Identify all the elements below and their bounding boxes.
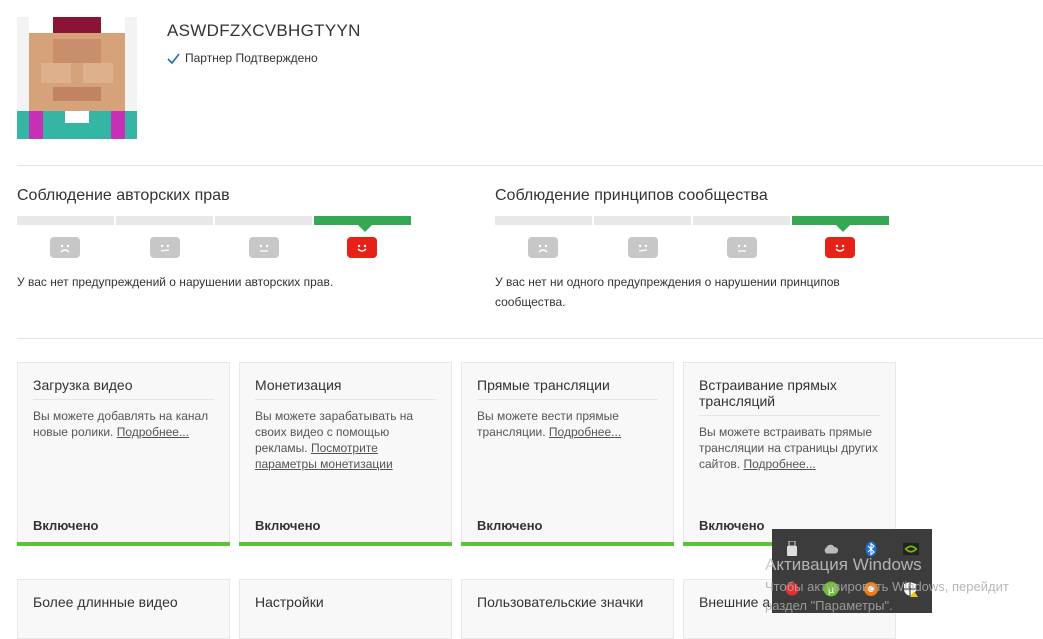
feature-card-longer-videos: Более длинные видео <box>17 579 230 639</box>
sad-face-icon <box>528 237 558 258</box>
learn-more-link[interactable]: Подробнее... <box>743 457 815 471</box>
feature-card-embed-live: Встраивание прямых трансляций Вы можете … <box>683 362 896 546</box>
community-message: У вас нет ни одного предупреждения о нар… <box>495 275 840 309</box>
strike-segment <box>495 216 592 225</box>
partner-verified: Партнер Подтверждено <box>167 51 318 65</box>
feature-description: Вы можете вести прямые трансляции. Подро… <box>477 409 622 439</box>
windows-activation-title: Активация Windows <box>765 555 922 574</box>
feature-status: Включено <box>33 518 99 533</box>
feature-status: Включено <box>477 518 543 533</box>
status-bar <box>17 542 230 546</box>
checkmark-icon <box>167 53 180 64</box>
strike-segment-active <box>792 216 889 225</box>
strike-segment <box>693 216 790 225</box>
windows-activation-text: раздел "Параметры". <box>765 598 893 613</box>
neutral-face-icon <box>727 237 757 258</box>
feature-description: Вы можете встраивать прямые трансляции н… <box>699 425 878 471</box>
feature-title: Загрузка видео <box>33 377 214 400</box>
community-title: Соблюдение принципов сообщества <box>495 187 768 204</box>
unsure-face-icon <box>628 237 658 258</box>
feature-card-live: Прямые трансляции Вы можете вести прямые… <box>461 362 674 546</box>
strike-segment-active <box>314 216 411 225</box>
strike-segment <box>116 216 213 225</box>
feature-status: Включено <box>699 518 765 533</box>
copyright-title: Соблюдение авторских прав <box>17 187 230 204</box>
windows-activation-text: Чтобы активировать Windows, перейдит <box>765 579 1009 594</box>
sad-face-icon <box>50 237 80 258</box>
feature-card-custom-thumbnails: Пользовательские значки <box>461 579 674 639</box>
divider <box>17 165 1043 166</box>
community-strike-bar <box>495 216 891 232</box>
happy-face-icon <box>347 237 377 258</box>
happy-face-icon <box>825 237 855 258</box>
verified-label: Партнер Подтверждено <box>185 51 318 65</box>
status-bar <box>239 542 452 546</box>
community-faces <box>495 228 895 258</box>
strike-segment <box>17 216 114 225</box>
feature-card-monetization: Монетизация Вы можете зарабатывать на св… <box>239 362 452 546</box>
copyright-message: У вас нет предупреждений о нарушении авт… <box>17 275 334 289</box>
feature-card-upload: Загрузка видео Вы можете добавлять на ка… <box>17 362 230 546</box>
learn-more-link[interactable]: Подробнее... <box>549 425 621 439</box>
status-bar <box>461 542 674 546</box>
unsure-face-icon <box>150 237 180 258</box>
strike-segment <box>594 216 691 225</box>
feature-title: Прямые трансляции <box>477 377 658 400</box>
divider <box>17 338 1043 339</box>
feature-description: Вы можете добавлять на канал новые ролик… <box>33 409 209 439</box>
channel-name: ASWDFZXCVBHGTYYN <box>167 21 361 40</box>
feature-description: Вы можете зарабатывать на своих видео с … <box>255 409 414 471</box>
feature-card-settings: Настройки <box>239 579 452 639</box>
feature-status: Включено <box>255 518 321 533</box>
feature-title: Встраивание прямых трансляций <box>699 377 880 416</box>
copyright-section: Соблюдение авторских прав У вас нет пред… <box>17 187 417 292</box>
feature-title: Монетизация <box>255 377 436 400</box>
strike-segment <box>215 216 312 225</box>
copyright-faces <box>17 228 417 258</box>
community-section: Соблюдение принципов сообщества У вас не… <box>495 187 895 312</box>
neutral-face-icon <box>249 237 279 258</box>
learn-more-link[interactable]: Подробнее... <box>117 425 189 439</box>
channel-avatar <box>17 17 137 139</box>
copyright-strike-bar <box>17 216 413 232</box>
